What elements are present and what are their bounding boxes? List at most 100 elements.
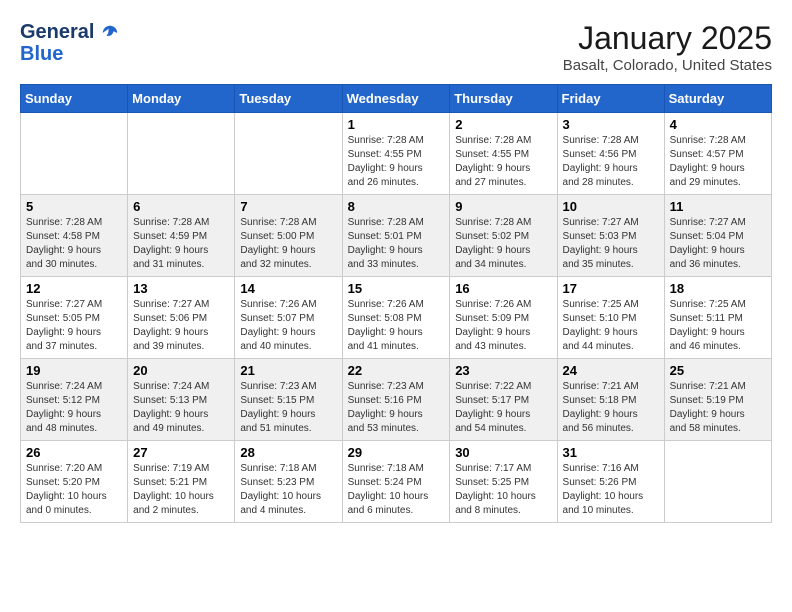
calendar-cell: 12 Sunrise: 7:27 AM Sunset: 5:05 PM Dayli… <box>21 277 128 359</box>
page-header: General Blue January 2025 Basalt, Colora… <box>20 20 772 74</box>
calendar-cell: 19 Sunrise: 7:24 AM Sunset: 5:12 PM Dayli… <box>21 359 128 441</box>
day-number: 21 <box>240 363 336 378</box>
day-number: 1 <box>348 117 445 132</box>
day-number: 15 <box>348 281 445 296</box>
day-number: 2 <box>455 117 551 132</box>
day-number: 4 <box>670 117 766 132</box>
day-info: Sunrise: 7:25 AM Sunset: 5:11 PM Dayligh… <box>670 298 766 354</box>
day-number: 19 <box>26 363 122 378</box>
day-number: 12 <box>26 281 122 296</box>
calendar-cell <box>128 113 235 195</box>
day-info: Sunrise: 7:24 AM Sunset: 5:12 PM Dayligh… <box>26 380 122 436</box>
day-info: Sunrise: 7:27 AM Sunset: 5:04 PM Dayligh… <box>670 216 766 272</box>
weekday-header-wednesday: Wednesday <box>342 85 450 113</box>
day-info: Sunrise: 7:22 AM Sunset: 5:17 PM Dayligh… <box>455 380 551 436</box>
calendar-cell: 22 Sunrise: 7:23 AM Sunset: 5:16 PM Dayli… <box>342 359 450 441</box>
calendar-cell: 15 Sunrise: 7:26 AM Sunset: 5:08 PM Dayli… <box>342 277 450 359</box>
day-info: Sunrise: 7:21 AM Sunset: 5:18 PM Dayligh… <box>563 380 659 436</box>
day-info: Sunrise: 7:28 AM Sunset: 5:00 PM Dayligh… <box>240 216 336 272</box>
day-number: 27 <box>133 445 229 460</box>
day-info: Sunrise: 7:20 AM Sunset: 5:20 PM Dayligh… <box>26 462 122 518</box>
day-info: Sunrise: 7:27 AM Sunset: 5:05 PM Dayligh… <box>26 298 122 354</box>
month-title: January 2025 <box>563 20 772 57</box>
calendar-cell: 8 Sunrise: 7:28 AM Sunset: 5:01 PM Daylig… <box>342 195 450 277</box>
weekday-header-friday: Friday <box>557 85 664 113</box>
day-info: Sunrise: 7:17 AM Sunset: 5:25 PM Dayligh… <box>455 462 551 518</box>
calendar-cell: 9Sunrise: 7:28 AM Sunset: 5:02 PM Daylig… <box>450 195 557 277</box>
day-info: Sunrise: 7:18 AM Sunset: 5:23 PM Dayligh… <box>240 462 336 518</box>
calendar-cell: 25 Sunrise: 7:21 AM Sunset: 5:19 PM Dayli… <box>664 359 771 441</box>
day-number: 3 <box>563 117 659 132</box>
weekday-header-row: SundayMondayTuesdayWednesdayThursdayFrid… <box>21 85 772 113</box>
calendar-cell: 20 Sunrise: 7:24 AM Sunset: 5:13 PM Dayli… <box>128 359 235 441</box>
calendar-cell: 18 Sunrise: 7:25 AM Sunset: 5:11 PM Dayli… <box>664 277 771 359</box>
logo-general: General <box>20 21 94 43</box>
calendar-cell: 5 Sunrise: 7:28 AM Sunset: 4:58 PM Daylig… <box>21 195 128 277</box>
week-row-3: 12 Sunrise: 7:27 AM Sunset: 5:05 PM Dayli… <box>21 277 772 359</box>
calendar-cell: 7 Sunrise: 7:28 AM Sunset: 5:00 PM Daylig… <box>235 195 342 277</box>
day-number: 11 <box>670 199 766 214</box>
week-row-1: 1 Sunrise: 7:28 AM Sunset: 4:55 PM Daylig… <box>21 113 772 195</box>
location: Basalt, Colorado, United States <box>563 57 772 74</box>
day-number: 29 <box>348 445 445 460</box>
day-info: Sunrise: 7:27 AM Sunset: 5:03 PM Dayligh… <box>563 216 659 272</box>
calendar-cell: 16Sunrise: 7:26 AM Sunset: 5:09 PM Dayli… <box>450 277 557 359</box>
day-info: Sunrise: 7:28 AM Sunset: 4:55 PM Dayligh… <box>455 134 551 190</box>
calendar-cell: 29 Sunrise: 7:18 AM Sunset: 5:24 PM Dayli… <box>342 441 450 523</box>
calendar-cell: 11 Sunrise: 7:27 AM Sunset: 5:04 PM Dayli… <box>664 195 771 277</box>
day-info: Sunrise: 7:28 AM Sunset: 5:02 PM Dayligh… <box>455 216 551 272</box>
title-block: January 2025 Basalt, Colorado, United St… <box>563 20 772 74</box>
day-number: 14 <box>240 281 336 296</box>
day-info: Sunrise: 7:24 AM Sunset: 5:13 PM Dayligh… <box>133 380 229 436</box>
calendar-cell <box>235 113 342 195</box>
day-info: Sunrise: 7:18 AM Sunset: 5:24 PM Dayligh… <box>348 462 445 518</box>
day-number: 23 <box>455 363 551 378</box>
day-number: 25 <box>670 363 766 378</box>
day-number: 26 <box>26 445 122 460</box>
calendar-cell: 4 Sunrise: 7:28 AM Sunset: 4:57 PM Daylig… <box>664 113 771 195</box>
calendar-cell: 3 Sunrise: 7:28 AM Sunset: 4:56 PM Daylig… <box>557 113 664 195</box>
day-info: Sunrise: 7:28 AM Sunset: 4:55 PM Dayligh… <box>348 134 445 190</box>
day-number: 5 <box>26 199 122 214</box>
calendar-cell <box>664 441 771 523</box>
day-number: 17 <box>563 281 659 296</box>
day-info: Sunrise: 7:25 AM Sunset: 5:10 PM Dayligh… <box>563 298 659 354</box>
day-number: 13 <box>133 281 229 296</box>
weekday-header-tuesday: Tuesday <box>235 85 342 113</box>
day-info: Sunrise: 7:26 AM Sunset: 5:09 PM Dayligh… <box>455 298 551 354</box>
day-number: 20 <box>133 363 229 378</box>
day-info: Sunrise: 7:28 AM Sunset: 4:56 PM Dayligh… <box>563 134 659 190</box>
calendar-cell: 14 Sunrise: 7:26 AM Sunset: 5:07 PM Dayli… <box>235 277 342 359</box>
day-number: 22 <box>348 363 445 378</box>
day-info: Sunrise: 7:26 AM Sunset: 5:08 PM Dayligh… <box>348 298 445 354</box>
calendar-cell: 2 Sunrise: 7:28 AM Sunset: 4:55 PM Daylig… <box>450 113 557 195</box>
day-number: 6 <box>133 199 229 214</box>
weekday-header-saturday: Saturday <box>664 85 771 113</box>
day-info: Sunrise: 7:28 AM Sunset: 5:01 PM Dayligh… <box>348 216 445 272</box>
day-number: 7 <box>240 199 336 214</box>
day-number: 30 <box>455 445 551 460</box>
logo: General Blue <box>20 20 119 66</box>
day-info: Sunrise: 7:19 AM Sunset: 5:21 PM Dayligh… <box>133 462 229 518</box>
weekday-header-sunday: Sunday <box>21 85 128 113</box>
day-info: Sunrise: 7:26 AM Sunset: 5:07 PM Dayligh… <box>240 298 336 354</box>
day-info: Sunrise: 7:28 AM Sunset: 4:58 PM Dayligh… <box>26 216 122 272</box>
day-number: 10 <box>563 199 659 214</box>
day-info: Sunrise: 7:28 AM Sunset: 4:59 PM Dayligh… <box>133 216 229 272</box>
calendar-cell: 23 Sunrise: 7:22 AM Sunset: 5:17 PM Dayli… <box>450 359 557 441</box>
calendar-cell: 31Sunrise: 7:16 AM Sunset: 5:26 PM Dayli… <box>557 441 664 523</box>
day-info: Sunrise: 7:23 AM Sunset: 5:15 PM Dayligh… <box>240 380 336 436</box>
week-row-2: 5 Sunrise: 7:28 AM Sunset: 4:58 PM Daylig… <box>21 195 772 277</box>
week-row-4: 19 Sunrise: 7:24 AM Sunset: 5:12 PM Dayli… <box>21 359 772 441</box>
logo-blue: Blue <box>20 42 119 66</box>
calendar-cell: 10 Sunrise: 7:27 AM Sunset: 5:03 PM Dayli… <box>557 195 664 277</box>
day-info: Sunrise: 7:28 AM Sunset: 4:57 PM Dayligh… <box>670 134 766 190</box>
day-info: Sunrise: 7:21 AM Sunset: 5:19 PM Dayligh… <box>670 380 766 436</box>
calendar-cell: 28Sunrise: 7:18 AM Sunset: 5:23 PM Dayli… <box>235 441 342 523</box>
day-number: 18 <box>670 281 766 296</box>
logo-bird-icon <box>101 24 119 42</box>
calendar-cell: 26 Sunrise: 7:20 AM Sunset: 5:20 PM Dayli… <box>21 441 128 523</box>
calendar-cell: 13Sunrise: 7:27 AM Sunset: 5:06 PM Dayli… <box>128 277 235 359</box>
day-info: Sunrise: 7:23 AM Sunset: 5:16 PM Dayligh… <box>348 380 445 436</box>
day-number: 8 <box>348 199 445 214</box>
